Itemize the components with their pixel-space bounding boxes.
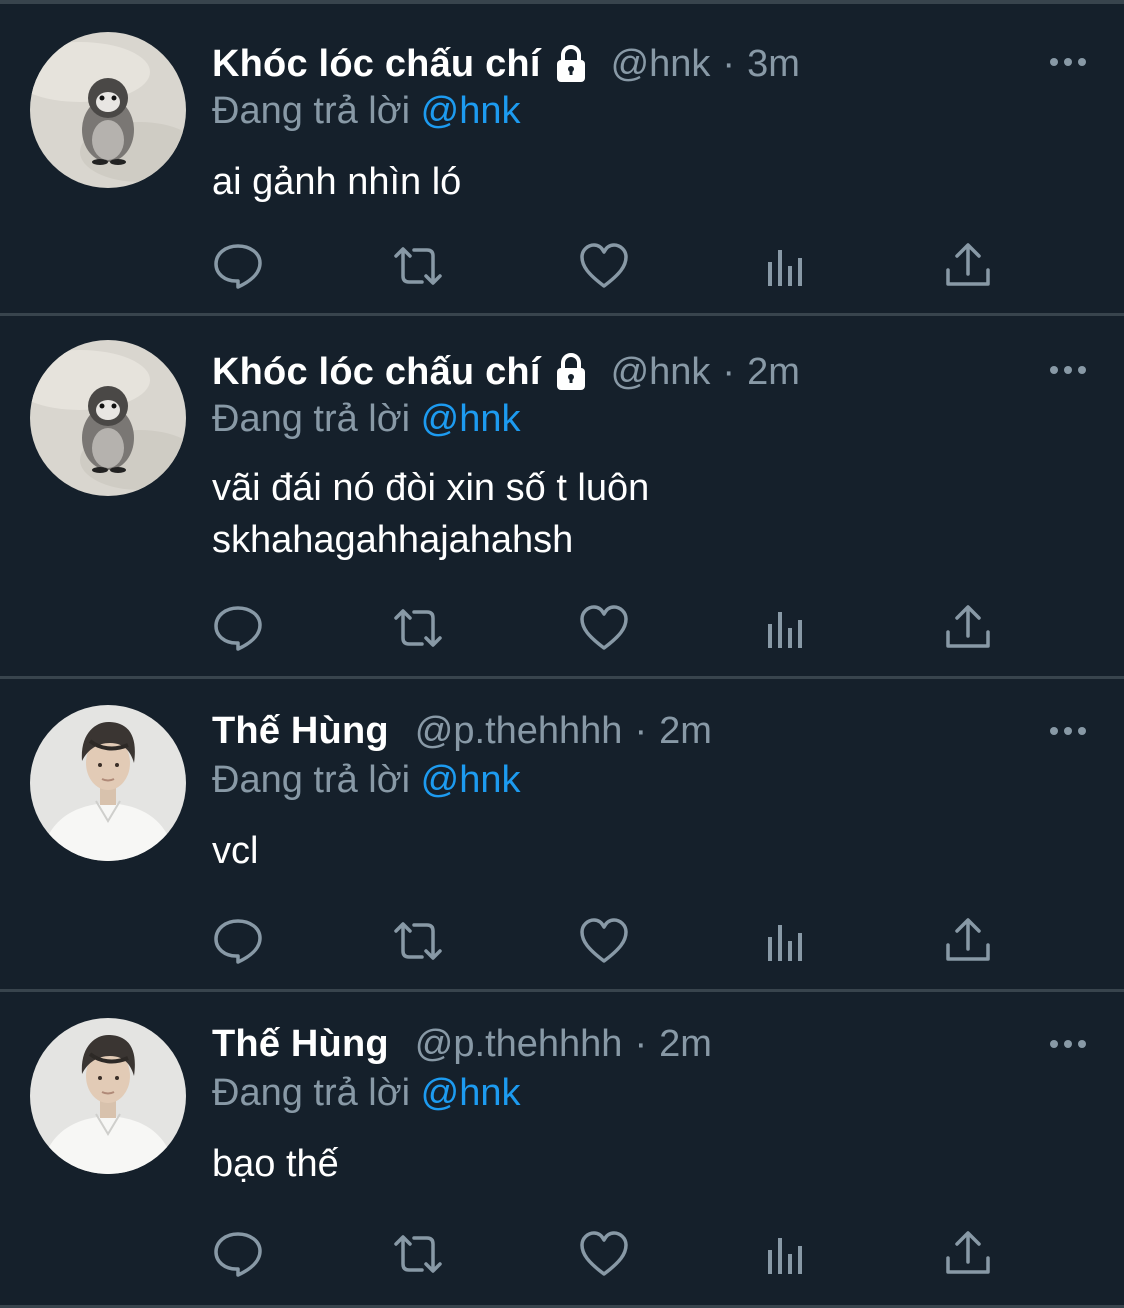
share-icon (946, 605, 990, 648)
share-icon (946, 918, 990, 961)
reply-mention-link[interactable]: @hnk (421, 398, 521, 440)
heart-icon (580, 605, 628, 650)
more-icon[interactable] (1046, 358, 1090, 382)
retweet-icon (394, 609, 442, 647)
tweet-text: ai gảnh nhìn ló (212, 161, 462, 203)
tweet-header: Thế Hùng @p.thehhhh · 2m (212, 1020, 712, 1068)
reply-icon (214, 919, 262, 964)
reply-prefix: Đang trả lời (212, 759, 411, 801)
reply-icon (214, 244, 262, 289)
reply-context: Đang trả lời @hnk (212, 1072, 521, 1115)
retweet-icon (394, 247, 442, 285)
more-icon[interactable] (1046, 50, 1090, 74)
user-handle[interactable]: @p.thehhhh (415, 710, 623, 753)
display-name[interactable]: Khóc lóc chấu chí (212, 43, 541, 86)
tweet[interactable]: Khóc lóc chấu chí @hnk · 2m Đang trả lời… (0, 316, 1124, 679)
reply-mention-link[interactable]: @hnk (421, 759, 521, 801)
retweet-icon (394, 922, 442, 960)
timeline: Khóc lóc chấu chí @hnk · 3m Đang trả lời… (0, 0, 1124, 1308)
display-name[interactable]: Khóc lóc chấu chí (212, 351, 541, 394)
display-name[interactable]: Thế Hùng (212, 710, 389, 753)
avatar[interactable] (30, 32, 186, 188)
tweet-header: Thế Hùng @p.thehhhh · 2m (212, 707, 712, 755)
user-handle[interactable]: @hnk (611, 351, 711, 394)
analytics-button[interactable] (760, 1228, 812, 1280)
reply-mention-link[interactable]: @hnk (421, 1072, 521, 1114)
lock-icon (556, 45, 585, 82)
tweet-actions (212, 240, 1012, 292)
share-button[interactable] (942, 602, 994, 654)
man-portrait-avatar (30, 705, 186, 861)
retweet-button[interactable] (392, 240, 444, 292)
avatar[interactable] (30, 340, 186, 496)
tweet[interactable]: Khóc lóc chấu chí @hnk · 3m Đang trả lời… (0, 4, 1124, 316)
penguin-plush-avatar (30, 340, 186, 496)
more-icon[interactable] (1046, 1032, 1090, 1056)
lock-icon (556, 353, 585, 390)
retweet-button[interactable] (392, 602, 444, 654)
analytics-button[interactable] (760, 240, 812, 292)
tweet-text: vãi đái nó đòi xin số t luôn skhahagahha… (212, 467, 650, 561)
reply-context: Đang trả lời @hnk (212, 398, 521, 441)
retweet-button[interactable] (392, 915, 444, 967)
reply-icon (214, 1232, 262, 1277)
reply-prefix: Đang trả lời (212, 90, 411, 132)
analytics-icon (768, 250, 802, 286)
analytics-button[interactable] (760, 915, 812, 967)
timestamp[interactable]: 2m (659, 1023, 712, 1066)
timestamp[interactable]: 2m (747, 351, 800, 394)
man-portrait-avatar (30, 1018, 186, 1174)
retweet-button[interactable] (392, 1228, 444, 1280)
share-button[interactable] (942, 915, 994, 967)
share-icon (946, 1231, 990, 1274)
tweet-actions (212, 602, 1012, 654)
reply-button[interactable] (212, 915, 264, 967)
avatar[interactable] (30, 705, 186, 861)
separator-dot: · (722, 42, 736, 85)
like-button[interactable] (578, 1228, 630, 1280)
like-button[interactable] (578, 602, 630, 654)
more-icon[interactable] (1046, 719, 1090, 743)
heart-icon (580, 918, 628, 963)
tweet-header: Khóc lóc chấu chí @hnk · 3m (212, 40, 800, 88)
reply-prefix: Đang trả lời (212, 1072, 411, 1114)
display-name[interactable]: Thế Hùng (212, 1023, 389, 1066)
avatar[interactable] (30, 1018, 186, 1174)
tweet-text: vcl (212, 830, 259, 872)
analytics-button[interactable] (760, 602, 812, 654)
separator-dot: · (722, 350, 736, 393)
analytics-icon (768, 925, 802, 961)
tweet[interactable]: Thế Hùng @p.thehhhh · 2m Đang trả lời @h… (0, 992, 1124, 1308)
user-handle[interactable]: @hnk (611, 43, 711, 86)
tweet-actions (212, 915, 1012, 967)
reply-prefix: Đang trả lời (212, 398, 411, 440)
separator-dot: · (634, 1022, 648, 1065)
analytics-icon (768, 1238, 802, 1274)
user-handle[interactable]: @p.thehhhh (415, 1023, 623, 1066)
separator-dot: · (634, 709, 648, 752)
analytics-icon (768, 612, 802, 648)
retweet-icon (394, 1235, 442, 1273)
tweet-header: Khóc lóc chấu chí @hnk · 2m (212, 348, 800, 396)
like-button[interactable] (578, 915, 630, 967)
tweet[interactable]: Thế Hùng @p.thehhhh · 2m Đang trả lời @h… (0, 679, 1124, 992)
reply-button[interactable] (212, 240, 264, 292)
tweet-text: bạo thế (212, 1143, 339, 1185)
reply-button[interactable] (212, 602, 264, 654)
reply-context: Đang trả lời @hnk (212, 759, 521, 802)
timestamp[interactable]: 3m (747, 43, 800, 86)
timestamp[interactable]: 2m (659, 710, 712, 753)
heart-icon (580, 1231, 628, 1276)
tweet-actions (212, 1228, 1012, 1280)
heart-icon (580, 243, 628, 288)
share-button[interactable] (942, 1228, 994, 1280)
reply-icon (214, 606, 262, 651)
reply-context: Đang trả lời @hnk (212, 90, 521, 133)
reply-mention-link[interactable]: @hnk (421, 90, 521, 132)
reply-button[interactable] (212, 1228, 264, 1280)
share-button[interactable] (942, 240, 994, 292)
penguin-plush-avatar (30, 32, 186, 188)
share-icon (946, 243, 990, 286)
like-button[interactable] (578, 240, 630, 292)
